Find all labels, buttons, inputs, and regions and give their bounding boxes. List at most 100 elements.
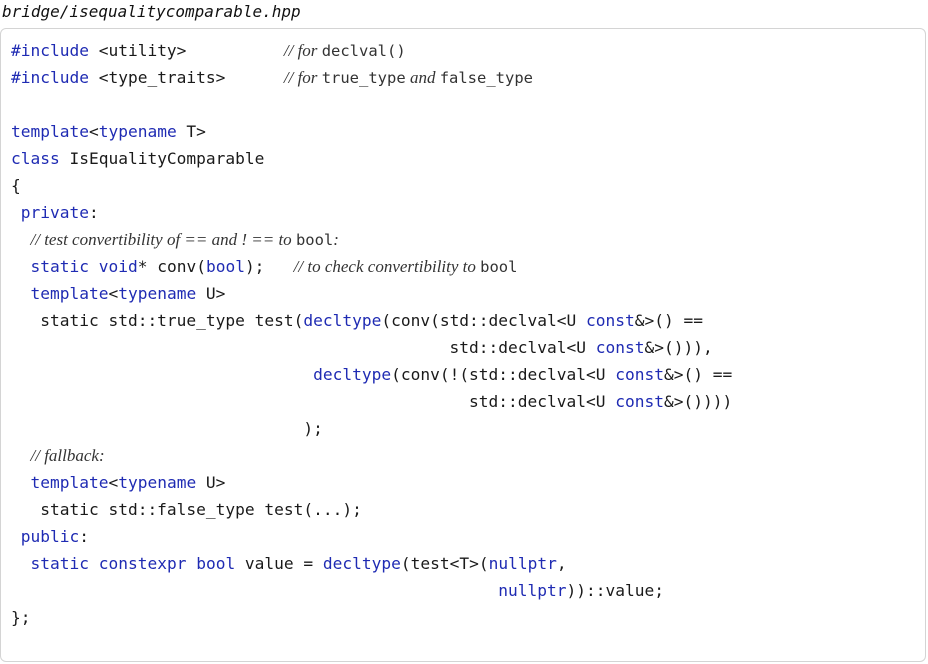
comment-code-token: bool (295, 231, 334, 249)
code-token: &>() == (663, 365, 733, 384)
keyword-token: decltype (313, 365, 392, 384)
keyword-token: typename (118, 284, 197, 303)
keyword-token: template (30, 284, 109, 303)
code-token: (conv(!(std::declval<U (391, 365, 616, 384)
code-line: static constexpr bool value = decltype(t… (11, 550, 567, 577)
comment-code-token: bool (480, 258, 518, 276)
code-line: #include <utility> // for declval() (11, 37, 406, 64)
code-token: (test<T>( (400, 554, 489, 573)
keyword-token: nullptr (488, 554, 557, 573)
code-token: T> (176, 122, 206, 141)
code-line: decltype(conv(!(std::declval<U const&>()… (11, 361, 732, 388)
code-token: &>())), (644, 338, 713, 357)
comment-text: and (405, 68, 440, 87)
code-line: static std::false_type test(...); (11, 496, 362, 523)
keyword-token: typename (118, 473, 197, 492)
code-line: std::declval<U const&>())), (11, 334, 713, 361)
code-token: ); (244, 257, 294, 276)
comment-text: : (333, 230, 339, 249)
code-token: (conv(std::declval<U (381, 311, 587, 330)
keyword-token: public (20, 527, 80, 546)
code-comment: // test convertibility of == and ! == to… (31, 230, 339, 249)
code-line: template<typename U> (11, 280, 226, 307)
code-token: : (79, 527, 89, 546)
keyword-token: #include (11, 41, 89, 60)
code-line: }; (11, 604, 31, 631)
keyword-token: decltype (303, 311, 382, 330)
keyword-token: #include (11, 68, 89, 87)
code-token: * conv( (137, 257, 206, 276)
comment-code-token: true_type (321, 69, 406, 87)
keyword-token: const (615, 365, 664, 384)
code-comment: // for true_type and false_type (284, 68, 533, 87)
code-token: }; (11, 608, 31, 627)
code-token: { (11, 176, 21, 195)
keyword-token: const (595, 338, 645, 357)
code-line: // fallback: (11, 442, 105, 469)
code-token: ); (11, 419, 323, 438)
comment-code-token: false_type (439, 69, 534, 87)
code-token: static std::false_type test(...); (11, 500, 362, 519)
code-token: IsEqualityComparable (59, 149, 265, 168)
code-token: <type_traits> (88, 68, 284, 87)
code-token: &>()))) (663, 392, 733, 411)
code-token: std::declval<U (11, 392, 616, 411)
code-line: ); (11, 415, 323, 442)
keyword-token: static (30, 257, 89, 276)
keyword-token: static (30, 554, 89, 573)
code-token: ))::value; (566, 581, 664, 600)
code-line: template<typename T> (11, 118, 206, 145)
code-line: std::declval<U const&>()))) (11, 388, 732, 415)
keyword-token: template (11, 122, 89, 141)
file-name: bridge/isequalitycomparable.hpp (2, 2, 301, 21)
code-token: , (556, 554, 567, 573)
comment-text: // to check convertibility to (293, 257, 481, 276)
code-token: <utility> (88, 41, 284, 60)
comment-text: // for (283, 68, 322, 87)
code-line: static void* conv(bool); // to check con… (11, 253, 518, 280)
keyword-token: bool (205, 257, 245, 276)
code-token: static std::true_type test( (11, 311, 304, 330)
code-line: static std::true_type test(decltype(conv… (11, 307, 703, 334)
comment-text: // for (283, 41, 322, 60)
code-token: < (88, 122, 99, 141)
keyword-token: const (615, 392, 664, 411)
code-comment: // for declval() (284, 41, 406, 60)
code-block: #include <utility> // for declval() #incl… (0, 28, 926, 662)
code-token: U> (196, 284, 226, 303)
code-token: value = (235, 554, 323, 573)
code-token: < (108, 284, 119, 303)
keyword-token: void (98, 257, 138, 276)
keyword-token: typename (98, 122, 177, 141)
code-token: : (88, 203, 99, 222)
keyword-token: private (20, 203, 89, 222)
keyword-token: bool (196, 554, 236, 573)
code-comment: // fallback: (31, 446, 105, 465)
code-comment: // to check convertibility to bool (294, 257, 518, 276)
code-token: < (108, 473, 119, 492)
code-line: nullptr))::value; (11, 577, 664, 604)
code-token: std::declval<U (11, 338, 596, 357)
keyword-token: const (586, 311, 635, 330)
code-line: public: (11, 523, 89, 550)
code-line: { (11, 172, 21, 199)
keyword-token: constexpr (98, 554, 187, 573)
keyword-token: class (11, 149, 60, 168)
code-line: // test convertibility of == and ! == to… (11, 226, 339, 253)
comment-code-token: declval() (321, 42, 406, 60)
keyword-token: template (30, 473, 109, 492)
comment-text: // test convertibility of == and ! == to (30, 230, 296, 249)
code-line: template<typename U> (11, 469, 226, 496)
